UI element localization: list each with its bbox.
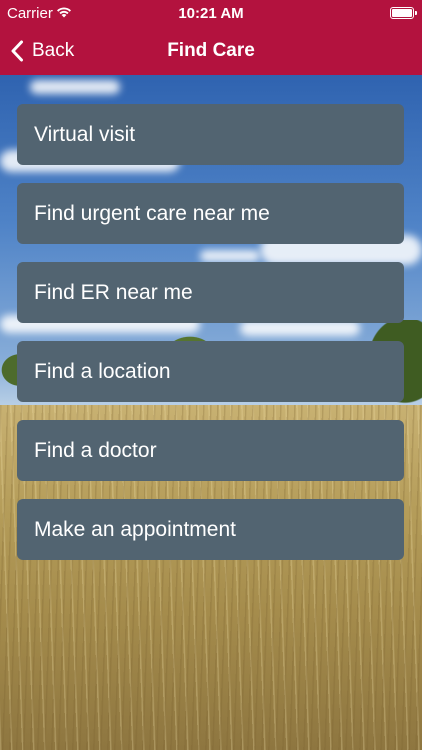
menu-item-label: Find ER near me [34, 280, 193, 304]
screen: Carrier 10:21 AM Back Find Care Virtual … [0, 0, 422, 750]
virtual-visit-button[interactable]: Virtual visit [17, 104, 404, 165]
find-doctor-button[interactable]: Find a doctor [17, 420, 404, 481]
care-menu: Virtual visit Find urgent care near me F… [17, 104, 404, 578]
find-er-button[interactable]: Find ER near me [17, 262, 404, 323]
navigation-bar: Back Find Care [0, 26, 422, 75]
menu-item-label: Find a doctor [34, 438, 157, 462]
menu-item-label: Find urgent care near me [34, 201, 270, 225]
back-label: Back [32, 39, 75, 61]
menu-item-label: Make an appointment [34, 517, 236, 541]
find-location-button[interactable]: Find a location [17, 341, 404, 402]
menu-item-label: Find a location [34, 359, 171, 383]
status-bar: Carrier 10:21 AM [0, 0, 422, 26]
battery-icon [390, 7, 417, 19]
make-appointment-button[interactable]: Make an appointment [17, 499, 404, 560]
back-button[interactable]: Back [10, 26, 74, 75]
status-time: 10:21 AM [178, 5, 244, 22]
find-urgent-care-button[interactable]: Find urgent care near me [17, 183, 404, 244]
chevron-left-icon [11, 40, 23, 61]
menu-item-label: Virtual visit [34, 122, 136, 146]
